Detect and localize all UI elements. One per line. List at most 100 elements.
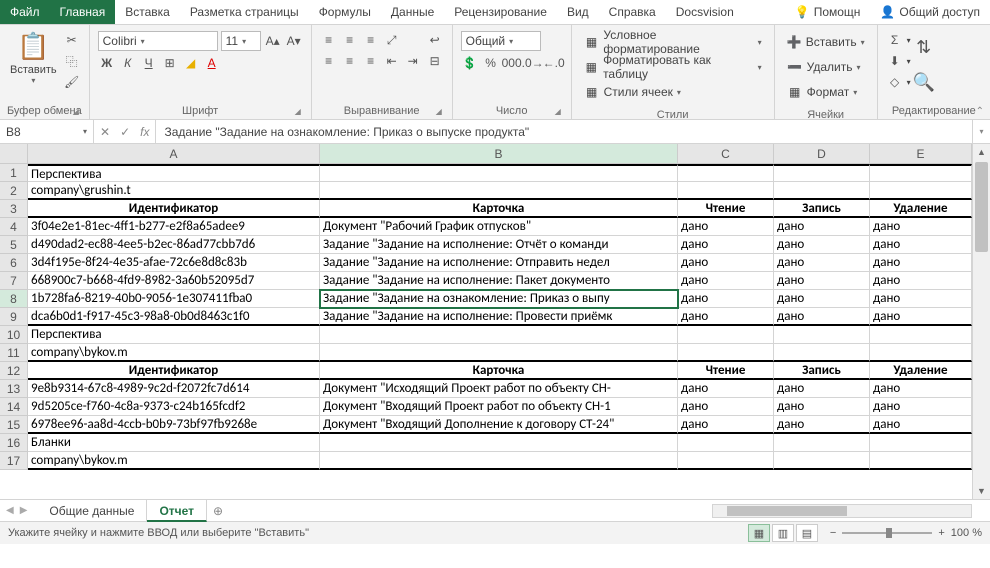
cell[interactable] bbox=[320, 344, 678, 362]
delete-cells-button[interactable]: ➖Удалить▾ bbox=[783, 56, 869, 78]
decrease-decimal-button[interactable]: ←.0 bbox=[545, 54, 563, 72]
cell[interactable] bbox=[774, 164, 870, 182]
insert-cells-button[interactable]: ➕Вставить▾ bbox=[783, 31, 869, 53]
dialog-launcher-icon[interactable]: ◢ bbox=[71, 107, 81, 117]
zoom-in-button[interactable]: + bbox=[938, 527, 944, 539]
zoom-level[interactable]: 100 % bbox=[951, 527, 982, 539]
cell[interactable]: Документ "Исходящий Проект работ по объе… bbox=[320, 380, 678, 398]
cell[interactable] bbox=[678, 164, 774, 182]
cell[interactable]: company\grushin.t bbox=[28, 182, 320, 200]
name-box[interactable]: B8▾ bbox=[0, 120, 94, 143]
row-header-14[interactable]: 14 bbox=[0, 398, 28, 416]
clear-button[interactable]: ◇ bbox=[886, 73, 904, 91]
accounting-format-button[interactable]: 💲 bbox=[461, 54, 479, 72]
cell[interactable]: Задание "Задание на исполнение: Провести… bbox=[320, 308, 678, 326]
cell[interactable]: company\bykov.m bbox=[28, 452, 320, 470]
cell[interactable]: дано bbox=[774, 290, 870, 308]
col-header-d[interactable]: D bbox=[774, 144, 870, 164]
cell[interactable]: dca6b0d1-f917-45c3-98a8-0b0d8463c1f0 bbox=[28, 308, 320, 326]
font-size-combo[interactable]: 11▾ bbox=[221, 31, 261, 51]
cell[interactable]: Перспектива bbox=[28, 164, 320, 182]
bold-button[interactable]: Ж bbox=[98, 54, 116, 72]
cell[interactable]: дано bbox=[870, 218, 972, 236]
cell[interactable]: Карточка bbox=[320, 200, 678, 218]
increase-indent-button[interactable]: ⇥ bbox=[404, 52, 422, 70]
col-header-c[interactable]: C bbox=[678, 144, 774, 164]
cell[interactable]: Запись bbox=[774, 362, 870, 380]
cell[interactable]: дано bbox=[870, 272, 972, 290]
cell[interactable]: Удаление bbox=[870, 362, 972, 380]
cell[interactable] bbox=[678, 182, 774, 200]
cell[interactable] bbox=[870, 344, 972, 362]
orientation-button[interactable]: ⤢ bbox=[383, 31, 401, 49]
view-normal-button[interactable]: ▦ bbox=[748, 524, 770, 542]
cell[interactable]: Чтение bbox=[678, 362, 774, 380]
menu-docsvision[interactable]: Docsvision bbox=[666, 0, 744, 24]
scroll-up-icon[interactable]: ▲ bbox=[973, 144, 990, 160]
cell[interactable] bbox=[678, 344, 774, 362]
cell[interactable]: дано bbox=[678, 290, 774, 308]
number-format-combo[interactable]: Общий▾ bbox=[461, 31, 541, 51]
row-header-3[interactable]: 3 bbox=[0, 200, 28, 218]
sheet-tab-2[interactable]: Отчет bbox=[147, 500, 207, 522]
cell[interactable]: 6978ee96-aa8d-4ccb-b0b9-73bf97fb9268e bbox=[28, 416, 320, 434]
cell[interactable]: дано bbox=[870, 416, 972, 434]
cell[interactable]: 3f04e2e1-81ec-4ff1-b277-e2f8a65adee9 bbox=[28, 218, 320, 236]
row-header-11[interactable]: 11 bbox=[0, 344, 28, 362]
cell[interactable] bbox=[870, 182, 972, 200]
cell[interactable] bbox=[320, 452, 678, 470]
cell[interactable] bbox=[320, 182, 678, 200]
cell[interactable]: дано bbox=[774, 380, 870, 398]
cell[interactable]: дано bbox=[774, 308, 870, 326]
row-header-13[interactable]: 13 bbox=[0, 380, 28, 398]
vertical-scrollbar[interactable]: ▲ ▼ bbox=[972, 144, 990, 499]
menu-share[interactable]: 👤Общий доступ bbox=[870, 0, 990, 24]
cell[interactable]: дано bbox=[870, 236, 972, 254]
menu-view[interactable]: Вид bbox=[557, 0, 599, 24]
dialog-launcher-icon[interactable]: ◢ bbox=[293, 107, 303, 117]
menu-tell-me[interactable]: 💡Помощн bbox=[785, 0, 871, 24]
dialog-launcher-icon[interactable]: ◢ bbox=[553, 107, 563, 117]
copy-button[interactable]: ⿻ bbox=[63, 52, 81, 70]
cell[interactable]: дано bbox=[774, 254, 870, 272]
cell[interactable] bbox=[774, 344, 870, 362]
cell[interactable]: дано bbox=[774, 398, 870, 416]
cell[interactable] bbox=[320, 326, 678, 344]
menu-data[interactable]: Данные bbox=[381, 0, 444, 24]
zoom-out-button[interactable]: − bbox=[830, 527, 836, 539]
cell-styles-button[interactable]: ▦Стили ячеек▾ bbox=[580, 81, 766, 103]
cell[interactable] bbox=[774, 182, 870, 200]
cell[interactable]: дано bbox=[774, 236, 870, 254]
underline-button[interactable]: Ч bbox=[140, 54, 158, 72]
cell[interactable] bbox=[870, 326, 972, 344]
find-select-button[interactable]: 🔍 bbox=[915, 66, 933, 98]
cell[interactable]: дано bbox=[678, 218, 774, 236]
italic-button[interactable]: К bbox=[119, 54, 137, 72]
collapse-ribbon-icon[interactable]: ⌃ bbox=[976, 106, 984, 117]
dialog-launcher-icon[interactable]: ◢ bbox=[434, 107, 444, 117]
wrap-text-button[interactable]: ↩ bbox=[426, 31, 444, 49]
menu-review[interactable]: Рецензирование bbox=[444, 0, 557, 24]
cell[interactable] bbox=[870, 434, 972, 452]
cell[interactable]: Запись bbox=[774, 200, 870, 218]
cut-button[interactable]: ✂ bbox=[63, 31, 81, 49]
cell[interactable] bbox=[320, 164, 678, 182]
row-header-7[interactable]: 7 bbox=[0, 272, 28, 290]
cell[interactable]: дано bbox=[774, 416, 870, 434]
chevron-down-icon[interactable]: ▾ bbox=[83, 127, 87, 136]
cell[interactable]: дано bbox=[870, 308, 972, 326]
format-painter-button[interactable]: 🖌 bbox=[63, 73, 81, 91]
cell[interactable]: d490dad2-ec88-4ee5-b2ec-86ad77cbb7d6 bbox=[28, 236, 320, 254]
row-header-5[interactable]: 5 bbox=[0, 236, 28, 254]
merge-center-button[interactable]: ⊟ bbox=[426, 52, 444, 70]
scroll-thumb[interactable] bbox=[975, 162, 988, 252]
cell[interactable]: Идентификатор bbox=[28, 362, 320, 380]
cell[interactable]: 668900c7-b668-4fd9-8982-3a60b52095d7 bbox=[28, 272, 320, 290]
cell[interactable] bbox=[320, 434, 678, 452]
fx-icon[interactable]: fx bbox=[140, 125, 149, 139]
cell[interactable]: 1b728fa6-8219-40b0-9056-1e307411fba0 bbox=[28, 290, 320, 308]
cell[interactable]: Документ "Входящий Проект работ по объек… bbox=[320, 398, 678, 416]
fill-button[interactable]: ⬇ bbox=[886, 52, 904, 70]
cell[interactable]: дано bbox=[774, 272, 870, 290]
decrease-indent-button[interactable]: ⇤ bbox=[383, 52, 401, 70]
